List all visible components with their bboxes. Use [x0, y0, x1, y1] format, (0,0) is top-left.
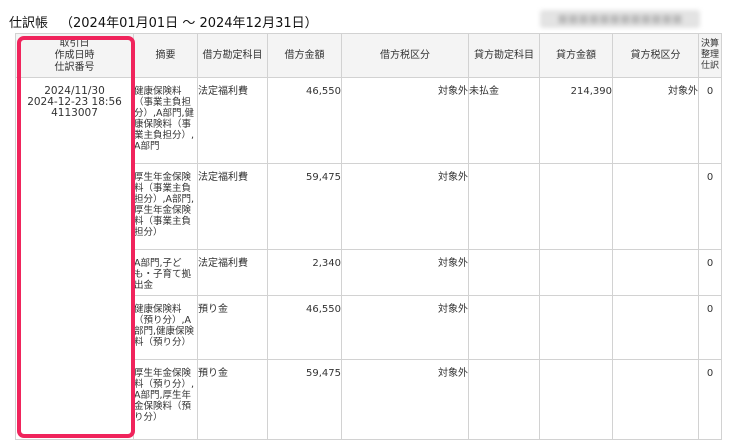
row-credit-amount [539, 295, 613, 360]
row-debit-account: 預り金 [197, 359, 268, 440]
row-debit-amount: 46,550 [267, 295, 342, 360]
page-title: 仕訳帳 （2024年01月01日 〜 2024年12月31日） [9, 12, 318, 31]
entry-number: 4113007 [51, 107, 98, 119]
row-debit-tax: 対象外 [341, 77, 469, 164]
header-settlement[interactable]: 決算整理仕訳 [698, 33, 722, 78]
row-debit-amount: 2,340 [267, 249, 342, 296]
row-credit-account [468, 163, 540, 250]
journal-table: 取引日 作成日時 仕訳番号 摘要 借方勘定科目 借方金額 借方税区分 貸方勘定科… [15, 33, 722, 440]
row-credit-account [468, 249, 540, 296]
row-desc: 厚生年金保険料（預り分）,A部門,厚生年金保険料（預り分） [133, 359, 198, 440]
table-row: 2024/11/30 2024-12-23 18:56 4113007 健康保険… [15, 77, 722, 440]
row-desc: 厚生年金保険料（事業主負担分）,A部門,厚生年金保険料（事業主負担分） [133, 163, 198, 250]
row-credit-tax [612, 359, 699, 440]
row-debit-amount: 46,550 [267, 77, 342, 164]
row-debit-tax: 対象外 [341, 359, 469, 440]
header-credit-account[interactable]: 貸方勘定科目 [468, 33, 540, 78]
header-row: 取引日 作成日時 仕訳番号 摘要 借方勘定科目 借方金額 借方税区分 貸方勘定科… [15, 33, 722, 78]
row-debit-amount: 59,475 [267, 359, 342, 440]
row-debit-account: 預り金 [197, 295, 268, 360]
header-date-label: 取引日 [59, 37, 90, 49]
row-credit-tax [612, 295, 699, 360]
header-credit-amount[interactable]: 貸方金額 [539, 33, 613, 78]
journal-title: 仕訳帳 [9, 16, 49, 31]
row-debit-tax: 対象外 [341, 295, 469, 360]
company-name-blurred: ■■■■■■■■■■■■ [540, 10, 700, 28]
row-credit-amount [539, 359, 613, 440]
row-debit-account: 法定福利費 [197, 249, 268, 296]
row-settlement: 0 [698, 359, 722, 440]
row-debit-account: 法定福利費 [197, 77, 268, 164]
header-debit-amount[interactable]: 借方金額 [267, 33, 342, 78]
row-credit-amount: 214,390 [539, 77, 613, 164]
row-credit-tax [612, 163, 699, 250]
row-credit-account [468, 295, 540, 360]
row-settlement: 0 [698, 163, 722, 250]
header-debit-tax[interactable]: 借方税区分 [341, 33, 469, 78]
row-settlement: 0 [698, 249, 722, 296]
row-credit-tax [612, 249, 699, 296]
row-credit-account [468, 359, 540, 440]
row-debit-account: 法定福利費 [197, 163, 268, 250]
row-debit-amount: 59,475 [267, 163, 342, 250]
row-debit-tax: 対象外 [341, 163, 469, 250]
row-credit-tax: 対象外 [612, 77, 699, 164]
row-settlement: 0 [698, 295, 722, 360]
header-number-label: 仕訳番号 [54, 61, 95, 73]
header-debit-account[interactable]: 借方勘定科目 [197, 33, 268, 78]
header-date[interactable]: 取引日 作成日時 仕訳番号 [15, 33, 134, 78]
header-credit-tax[interactable]: 貸方税区分 [612, 33, 699, 78]
row-desc: 健康保険料（預り分）,A部門,健康保険料（預り分） [133, 295, 198, 360]
header-desc[interactable]: 摘要 [133, 33, 198, 78]
row-desc: A部門,子ども・子育て拠出金 [133, 249, 198, 296]
row-desc: 健康保険料（事業主負担分）,A部門,健康保険料（事業主負担分）,A部門 [133, 77, 198, 164]
row-credit-amount [539, 163, 613, 250]
row-credit-amount [539, 249, 613, 296]
period-range: （2024年01月01日 〜 2024年12月31日） [60, 16, 318, 31]
row-debit-tax: 対象外 [341, 249, 469, 296]
entry-date-cell[interactable]: 2024/11/30 2024-12-23 18:56 4113007 [15, 77, 134, 440]
row-credit-account: 未払金 [468, 77, 540, 164]
row-settlement: 0 [698, 77, 722, 164]
header-created-label: 作成日時 [54, 49, 95, 61]
